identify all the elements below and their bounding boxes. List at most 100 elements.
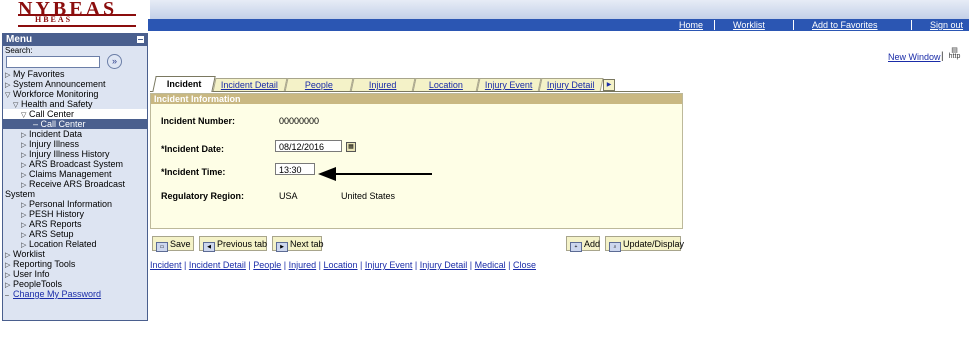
next-tab-label: Next tab xyxy=(290,239,324,249)
menu-item[interactable]: ▷ ARS Setup xyxy=(3,229,147,239)
bottom-link[interactable]: Incident Detail xyxy=(189,260,246,270)
menu-item[interactable]: ▷ ARS Broadcast System xyxy=(3,159,147,169)
add-button[interactable]: + Add xyxy=(566,236,600,252)
bottom-link[interactable]: Close xyxy=(513,260,536,270)
previous-tab-button[interactable]: ◀ Previous tab xyxy=(199,236,267,252)
calendar-icon[interactable]: ▦ xyxy=(346,142,356,152)
nav-worklist-link[interactable]: Worklist xyxy=(733,19,765,31)
menu-item[interactable]: ▷ Injury Illness History xyxy=(3,149,147,159)
menu-item[interactable]: System xyxy=(3,189,147,199)
menu-item[interactable]: ▷ Worklist xyxy=(3,249,147,259)
tab-incident-detail[interactable]: Incident Detail xyxy=(212,78,288,92)
menu-item[interactable]: – Change My Password xyxy=(3,289,147,299)
menu-search-input[interactable] xyxy=(6,56,100,68)
menu-item[interactable]: ▷ User Info xyxy=(3,269,147,279)
menu-item[interactable]: ▷ Incident Data xyxy=(3,129,147,139)
new-window-link[interactable]: New Window xyxy=(888,52,941,62)
incident-number-label: Incident Number: xyxy=(161,116,236,126)
link-separator: | xyxy=(412,260,420,270)
collapse-icon[interactable] xyxy=(137,36,144,43)
link-separator: | xyxy=(316,260,324,270)
nav-separator xyxy=(793,20,794,30)
bottom-link[interactable]: Medical xyxy=(475,260,506,270)
menu-item-label: ARS Reports xyxy=(29,219,82,229)
bottom-link[interactable]: Injured xyxy=(289,260,317,270)
next-tab-button[interactable]: ▶ Next tab xyxy=(272,236,324,252)
bottom-link[interactable]: Injury Event xyxy=(365,260,413,270)
tab-underline xyxy=(150,91,680,92)
dash-icon: – xyxy=(5,292,9,299)
nav-home-link[interactable]: Home xyxy=(679,19,703,31)
add-icon: + xyxy=(570,242,582,252)
pointer-arrow xyxy=(334,173,432,175)
bottom-link[interactable]: Incident xyxy=(150,260,182,270)
menu-item[interactable]: ▷ PESH History xyxy=(3,209,147,219)
tab-next-arrow-icon[interactable]: ▶ xyxy=(603,79,615,91)
nav-add-favorites-link[interactable]: Add to Favorites xyxy=(812,19,878,31)
tab-label[interactable]: Location xyxy=(429,80,463,90)
previous-tab-icon: ◀ xyxy=(203,242,215,252)
bottom-tab-links: Incident | Incident Detail | People | In… xyxy=(150,260,536,270)
tab-label[interactable]: Incident Detail xyxy=(221,80,278,90)
bottom-link[interactable]: People xyxy=(253,260,281,270)
logo-subtitle: HBEAS xyxy=(35,15,73,24)
tab-incident[interactable]: Incident xyxy=(152,76,216,92)
tab-location[interactable]: Location xyxy=(412,78,480,92)
region-name: United States xyxy=(341,191,396,201)
bottom-link[interactable]: Injury Detail xyxy=(420,260,468,270)
tab-label[interactable]: Injury Detail xyxy=(547,80,595,90)
menu-item-label: Injury Illness xyxy=(29,139,80,149)
menu-item[interactable]: ▷ Personal Information xyxy=(3,199,147,209)
menu-item[interactable]: ▷ System Announcement xyxy=(3,79,147,89)
menu-item-label: Receive ARS Broadcast xyxy=(29,179,126,189)
tab-label[interactable]: Injured xyxy=(369,80,397,90)
menu-item[interactable]: ▽ Health and Safety xyxy=(3,99,147,109)
menu-item[interactable]: – Call Center xyxy=(3,119,147,129)
nav-sign-out-link[interactable]: Sign out xyxy=(930,19,963,31)
menu-panel: Menu Search: » ▷ My Favorites ▷ System Anno… xyxy=(2,33,148,321)
incident-time-field[interactable]: 13:30 xyxy=(275,163,315,175)
update-display-button[interactable]: ⌕ Update/Display xyxy=(605,236,685,252)
search-go-icon[interactable]: » xyxy=(107,54,122,69)
menu-item[interactable]: ▷ PeopleTools xyxy=(3,279,147,289)
menu-item[interactable]: ▷ Injury Illness xyxy=(3,139,147,149)
menu-item[interactable]: ▷ Claims Management xyxy=(3,169,147,179)
tab-injury-detail[interactable]: Injury Detail xyxy=(538,78,604,92)
tab-injury-event[interactable]: Injury Event xyxy=(476,78,542,92)
region-code: USA xyxy=(279,191,298,201)
menu-item-label: ARS Setup xyxy=(29,229,74,239)
help-icon[interactable]: ▤ http xyxy=(948,47,961,62)
menu-item-label: My Favorites xyxy=(13,69,65,79)
menu-item[interactable]: ▷ Location Related xyxy=(3,239,147,249)
menu-title: Menu xyxy=(6,34,33,45)
link-separator: | xyxy=(467,260,475,270)
menu-item[interactable]: ▷ My Favorites xyxy=(3,69,147,79)
menu-item-label: Claims Management xyxy=(29,169,112,179)
menu-item[interactable]: ▷ Reporting Tools xyxy=(3,259,147,269)
incident-info-panel: Incident Information Incident Number: 00… xyxy=(150,93,683,229)
link-separator: | xyxy=(281,260,289,270)
separator: | xyxy=(941,51,944,62)
menu-item[interactable]: ▷ Receive ARS Broadcast xyxy=(3,179,147,189)
menu-item-label: Worklist xyxy=(13,249,45,259)
incident-date-field[interactable]: 08/12/2016 xyxy=(275,140,342,152)
tab-injured[interactable]: Injured xyxy=(350,78,416,92)
incident-date-label: *Incident Date: xyxy=(161,144,225,154)
page-tabs: Incident Incident Detail People Injured … xyxy=(150,76,670,92)
tab-label[interactable]: Injury Event xyxy=(485,80,533,90)
tab-label[interactable]: People xyxy=(305,80,333,90)
update-display-label: Update/Display xyxy=(623,239,685,249)
menu-item-label: Health and Safety xyxy=(21,99,93,109)
menu-item[interactable]: ▷ ARS Reports xyxy=(3,219,147,229)
menu-item-label: Reporting Tools xyxy=(13,259,76,269)
menu-item[interactable]: ▽ Call Center xyxy=(3,109,147,119)
link-separator: | xyxy=(357,260,365,270)
save-button[interactable]: ▭ Save xyxy=(152,236,194,252)
panel-title: Incident Information xyxy=(151,94,682,104)
logo: NYBEAS HBEAS xyxy=(0,0,150,30)
menu-item-label: System xyxy=(5,189,36,199)
nav-separator xyxy=(911,20,912,30)
menu-item[interactable]: ▽ Workforce Monitoring xyxy=(3,89,147,99)
tab-people[interactable]: People xyxy=(284,78,354,92)
bottom-link[interactable]: Location xyxy=(324,260,358,270)
